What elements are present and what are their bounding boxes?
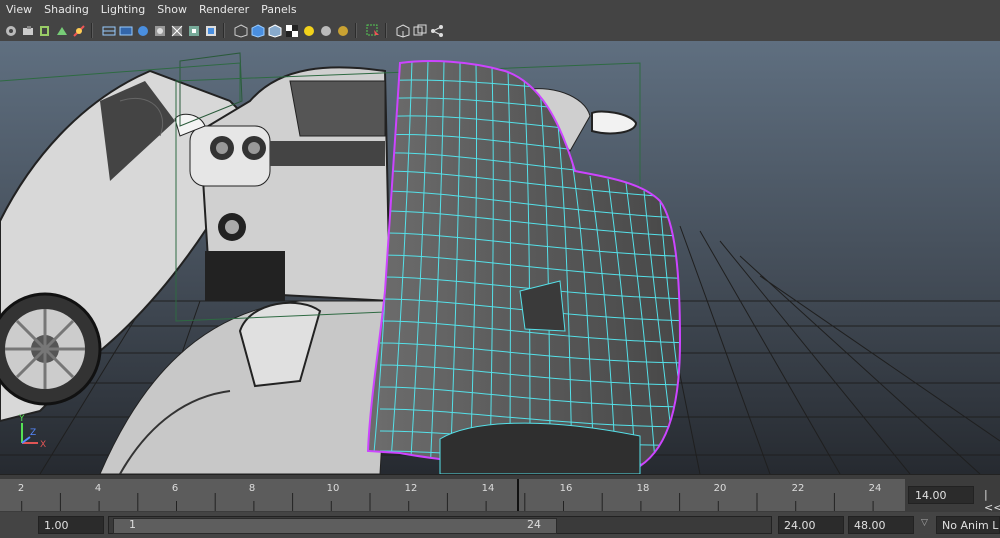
two-sided-icon[interactable]: [204, 24, 218, 38]
isolate-icon[interactable]: [187, 24, 201, 38]
tick-label: 8: [248, 483, 256, 494]
default-light-icon[interactable]: [136, 24, 150, 38]
panel-menubar: View Shading Lighting Show Renderer Pane…: [0, 0, 1000, 20]
camera-select-icon[interactable]: [4, 24, 18, 38]
checker-icon[interactable]: [285, 24, 299, 38]
light-grey-icon[interactable]: [319, 24, 333, 38]
cube-smooth-icon[interactable]: [251, 23, 265, 38]
light-yellow-icon[interactable]: [302, 24, 316, 38]
menu-panels[interactable]: Panels: [255, 0, 302, 20]
end-time-field[interactable]: 24.00: [778, 516, 844, 534]
hypergraph-icon[interactable]: [430, 24, 444, 38]
chevron-down-icon[interactable]: ▽: [921, 518, 928, 528]
tick-label: 14: [481, 483, 495, 494]
cube-shaded-icon[interactable]: [268, 23, 282, 38]
current-frame-field[interactable]: 14.00: [908, 486, 974, 504]
axis-y-label: Y: [18, 414, 25, 424]
range-start-label: 1: [129, 518, 136, 531]
perspective-viewport[interactable]: Y X Z: [0, 41, 1000, 474]
menu-shading[interactable]: Shading: [38, 0, 95, 20]
panel-toolbar: [0, 20, 1000, 42]
tick-label: 22: [791, 483, 805, 494]
menu-renderer[interactable]: Renderer: [193, 0, 255, 20]
light-gold-icon[interactable]: [336, 24, 350, 38]
textured-icon[interactable]: [153, 24, 167, 38]
tick-label: 6: [171, 483, 179, 494]
tick-label: 2: [17, 483, 25, 494]
start-time-field[interactable]: 1.00: [38, 516, 104, 534]
tick-label: 4: [94, 483, 102, 494]
bookmark-icon[interactable]: [38, 24, 52, 38]
range-slider-handle[interactable]: [113, 518, 557, 534]
tick-label: 10: [326, 483, 340, 494]
xray-icon[interactable]: [170, 24, 184, 38]
axis-x-label: X: [40, 440, 46, 450]
menu-lighting[interactable]: Lighting: [95, 0, 151, 20]
box-icon[interactable]: [396, 23, 410, 38]
go-to-start-button[interactable]: |<<: [984, 488, 1000, 514]
tick-label: 18: [636, 483, 650, 494]
menu-show[interactable]: Show: [151, 0, 193, 20]
range-slider-bar: 1.00 1 24 24.00 48.00 ▽ No Anim Layer: [0, 512, 1000, 538]
axis-z-label: Z: [30, 428, 36, 438]
smooth-shade-icon[interactable]: [119, 24, 133, 38]
time-slider: 2 4 6 8 10 12 14 16 18 20 22 24 14.00 |<…: [0, 474, 1000, 514]
tick-label: 20: [713, 483, 727, 494]
wireframe-icon[interactable]: [102, 24, 116, 38]
range-slider[interactable]: 1 24: [108, 516, 772, 534]
box-outline-icon[interactable]: [413, 24, 427, 38]
camera-attributes-icon[interactable]: [21, 24, 35, 38]
grid-toggle-icon[interactable]: [72, 24, 86, 38]
time-ruler[interactable]: 2 4 6 8 10 12 14 16 18 20 22 24: [0, 479, 905, 511]
menu-view[interactable]: View: [0, 0, 38, 20]
range-end-label: 24: [527, 518, 541, 531]
select-camera-icon[interactable]: [366, 24, 380, 38]
tick-label: 12: [404, 483, 418, 494]
anim-end-field[interactable]: 48.00: [848, 516, 914, 534]
tick-label: 16: [559, 483, 573, 494]
image-plane-icon[interactable]: [55, 24, 69, 38]
cube-wire-icon[interactable]: [234, 23, 248, 38]
anim-layer-field[interactable]: No Anim Layer: [936, 516, 1000, 534]
tick-label: 24: [868, 483, 882, 494]
